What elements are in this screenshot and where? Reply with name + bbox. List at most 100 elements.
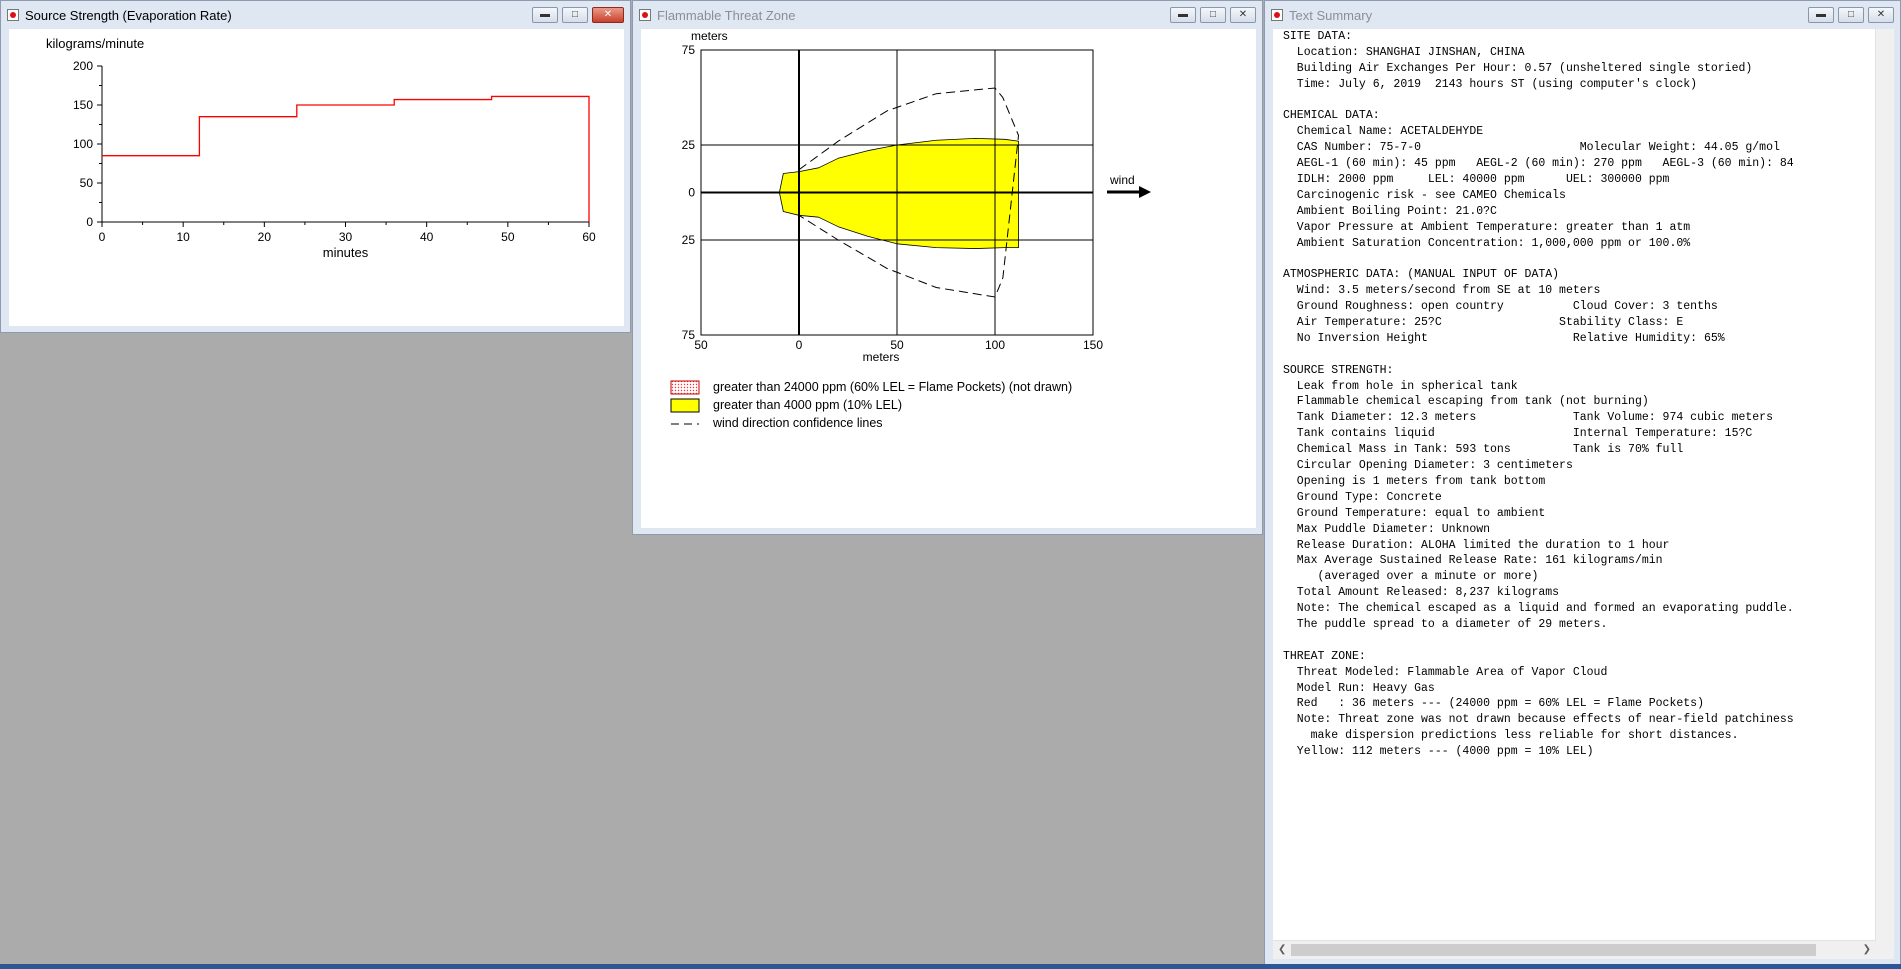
- wind-arrow-icon: [1139, 186, 1151, 198]
- legend-swatch-yellow: [670, 398, 700, 413]
- horizontal-scrollbar[interactable]: ❮ ❯: [1273, 940, 1876, 959]
- aloha-app-icon: [7, 9, 19, 21]
- threat-zone-chart: metersmeters75250257550 0 50 100 150windgrea…: [670, 29, 1151, 430]
- summary-line: ATMOSPHERIC DATA: (MANUAL INPUT OF DATA): [1283, 268, 1560, 282]
- legend-label: wind direction confidence lines: [712, 416, 883, 430]
- scroll-right-icon[interactable]: ❯: [1863, 944, 1871, 955]
- minimize-button[interactable]: ▬: [1170, 7, 1196, 23]
- x-tick-label: 0: [796, 338, 803, 352]
- summary-line: SOURCE STRENGTH:: [1283, 363, 1394, 377]
- source-strength-plot-area: kilograms/minute minutes 0 10 20 30 40 50 60 0 50 1…: [9, 29, 624, 326]
- maximize-button[interactable]: □: [1838, 7, 1864, 23]
- summary-line: Wind: 3.5 meters/second from SE at 10 me…: [1283, 284, 1601, 298]
- summary-line: Flammable chemical escaping from tank (n…: [1283, 395, 1649, 409]
- summary-line: [1283, 93, 1894, 109]
- summary-line: Ambient Boiling Point: 21.0?C: [1283, 204, 1497, 218]
- threat-zone-titlebar[interactable]: Flammable Threat Zone ▬ □ ✕: [633, 1, 1262, 29]
- summary-line: Max Average Sustained Release Rate: 161 …: [1283, 554, 1663, 568]
- scroll-thumb[interactable]: [1291, 944, 1816, 956]
- summary-line: Building Air Exchanges Per Hour: 0.57 (u…: [1283, 61, 1753, 75]
- maximize-button[interactable]: □: [1200, 7, 1226, 23]
- y-axis-label: meters: [691, 29, 728, 43]
- summary-line: Chemical Mass in Tank: 593 tons Tank is …: [1283, 443, 1684, 457]
- summary-line: Model Run: Heavy Gas: [1283, 681, 1435, 695]
- summary-line: Ground Roughness: open country Cloud Cov…: [1283, 300, 1718, 314]
- y-axis-label: kilograms/minute: [46, 36, 144, 51]
- summary-line: [1283, 347, 1894, 363]
- summary-line: No Inversion Height Relative Humidity: 6…: [1283, 331, 1725, 345]
- summary-line: Yellow: 112 meters --- (4000 ppm = 10% L…: [1283, 745, 1594, 759]
- minimize-button[interactable]: ▬: [532, 7, 558, 23]
- threat-zone-plot-area: meters meters 75 25 0 25 75 50 0 50 100 150 wind grea…: [641, 29, 1256, 528]
- legend-label: greater than 4000 ppm (10% LEL): [713, 398, 902, 412]
- x-tick-label: 0: [99, 230, 106, 244]
- x-tick-label: 30: [339, 230, 353, 244]
- summary-line: Chemical Name: ACETALDEHYDE: [1283, 125, 1484, 139]
- summary-line: The puddle spread to a diameter of 29 me…: [1283, 617, 1608, 631]
- x-tick-label: 50: [501, 230, 515, 244]
- legend-label: greater than 24000 ppm (60% LEL = Flame …: [713, 380, 1072, 394]
- close-button[interactable]: ✕: [1230, 7, 1256, 23]
- summary-line: Time: July 6, 2019 2143 hours ST (using …: [1283, 77, 1698, 91]
- summary-line: Red : 36 meters --- (24000 ppm = 60% LEL…: [1283, 697, 1704, 711]
- summary-line: Opening is 1 meters from tank bottom: [1283, 474, 1546, 488]
- x-tick-label: 20: [258, 230, 272, 244]
- close-button[interactable]: ✕: [592, 7, 624, 23]
- summary-line: Tank Diameter: 12.3 meters Tank Volume: …: [1283, 411, 1773, 425]
- x-tick-label: 100: [985, 338, 1005, 352]
- summary-line: Note: Threat zone was not drawn because …: [1283, 713, 1794, 727]
- summary-line: Total Amount Released: 8,237 kilograms: [1283, 586, 1560, 600]
- close-button[interactable]: ✕: [1868, 7, 1894, 23]
- y-tick-label: 25: [682, 233, 696, 247]
- x-tick-label: 10: [176, 230, 190, 244]
- summary-line: Max Puddle Diameter: Unknown: [1283, 522, 1491, 536]
- summary-line: Location: SHANGHAI JINSHAN, CHINA: [1283, 45, 1525, 59]
- summary-line: [1283, 251, 1894, 267]
- window-title: Flammable Threat Zone: [657, 7, 796, 23]
- summary-line: Ambient Saturation Concentration: 1,000,…: [1283, 236, 1691, 250]
- source-strength-window: Source Strength (Evaporation Rate) ▬ □ ✕…: [0, 0, 631, 333]
- summary-line: Circular Opening Diameter: 3 centimeters: [1283, 459, 1573, 473]
- summary-text: SITE DATA: Location: SHANGHAI JINSHAN, C…: [1273, 29, 1894, 941]
- summary-line: Ground Temperature: equal to ambient: [1283, 506, 1546, 520]
- y-tick-label: 0: [688, 186, 695, 200]
- summary-line: [1283, 633, 1894, 649]
- vertical-scrollbar[interactable]: [1875, 29, 1894, 941]
- evaporation-rate-line: [102, 95, 590, 222]
- summary-line: SITE DATA:: [1283, 30, 1353, 43]
- summary-line: Carcinogenic risk - see CAMEO Chemicals: [1283, 188, 1566, 202]
- y-tick-label: 0: [86, 215, 93, 229]
- summary-line: make dispersion predictions less reliabl…: [1283, 729, 1739, 743]
- x-tick-label: 50: [694, 338, 708, 352]
- summary-line: Tank contains liquid Internal Temperatur…: [1283, 427, 1753, 441]
- summary-line: Leak from hole in spherical tank: [1283, 379, 1518, 393]
- summary-line: CAS Number: 75-7-0 Molecular Weight: 44.…: [1283, 141, 1780, 155]
- x-axis-label: meters: [863, 350, 900, 364]
- y-tick-label: 150: [73, 98, 93, 112]
- x-tick-label: 40: [420, 230, 434, 244]
- summary-line: AEGL-1 (60 min): 45 ppm AEGL-2 (60 min):…: [1283, 157, 1794, 171]
- summary-line: IDLH: 2000 ppm LEL: 40000 ppm UEL: 30000…: [1283, 173, 1670, 187]
- summary-line: CHEMICAL DATA:: [1283, 109, 1380, 123]
- scroll-left-icon[interactable]: ❮: [1278, 944, 1286, 955]
- window-title: Source Strength (Evaporation Rate): [25, 7, 232, 23]
- minimize-button[interactable]: ▬: [1808, 7, 1834, 23]
- y-tick-label: 75: [682, 328, 696, 342]
- window-title: Text Summary: [1289, 7, 1373, 23]
- maximize-button[interactable]: □: [562, 7, 588, 23]
- text-summary-titlebar[interactable]: Text Summary ▬ □ ✕: [1265, 1, 1900, 29]
- source-strength-titlebar[interactable]: Source Strength (Evaporation Rate) ▬ □ ✕: [1, 1, 630, 29]
- wind-label: wind: [1109, 173, 1135, 187]
- summary-line: Ground Type: Concrete: [1283, 490, 1442, 504]
- x-axis-label: minutes: [323, 245, 369, 260]
- text-summary-body: SITE DATA: Location: SHANGHAI JINSHAN, C…: [1273, 29, 1894, 959]
- summary-line: Air Temperature: 25?C Stability Class: E: [1283, 316, 1684, 330]
- summary-line: Threat Modeled: Flammable Area of Vapor …: [1283, 665, 1608, 679]
- y-tick-label: 50: [80, 176, 94, 190]
- summary-line: Vapor Pressure at Ambient Temperature: g…: [1283, 220, 1691, 234]
- scroll-corner: [1876, 941, 1894, 959]
- y-tick-label: 100: [73, 137, 93, 151]
- text-doc-icon: [1271, 9, 1283, 21]
- summary-line: (averaged over a minute or more): [1283, 570, 1539, 584]
- x-tick-label: 150: [1083, 338, 1103, 352]
